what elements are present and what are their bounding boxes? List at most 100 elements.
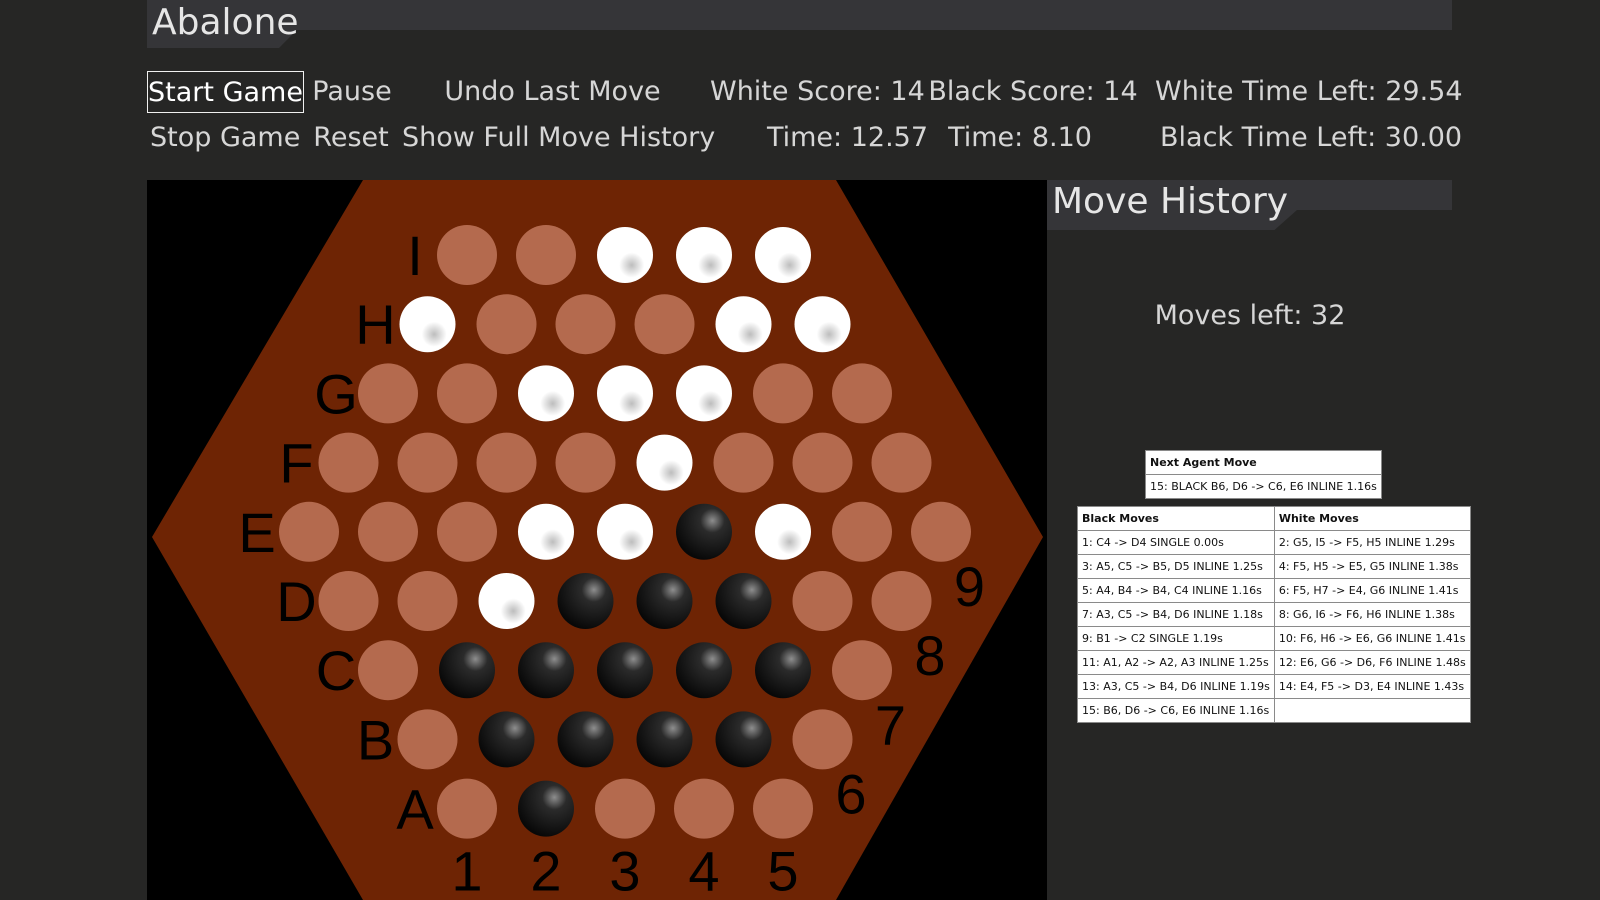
empty-cell[interactable]: [832, 640, 892, 701]
empty-cell[interactable]: [476, 432, 537, 493]
empty-cell[interactable]: [832, 363, 892, 424]
empty-cell[interactable]: [318, 571, 379, 631]
pause-button[interactable]: Pause: [308, 71, 396, 113]
reset-button[interactable]: Reset: [310, 117, 392, 159]
empty-cell[interactable]: [555, 432, 616, 493]
empty-cell[interactable]: [792, 709, 853, 770]
white-marble[interactable]: [636, 434, 693, 491]
row-label: B: [357, 708, 394, 771]
column-label: 4: [688, 840, 719, 900]
black-marble[interactable]: [557, 711, 614, 768]
black-move-cell: 3: A5, C5 -> B5, D5 INLINE 1.25s: [1077, 554, 1275, 579]
empty-cell[interactable]: [753, 778, 813, 839]
start-game-button[interactable]: Start Game: [147, 71, 304, 113]
empty-cell[interactable]: [516, 225, 576, 285]
empty-cell[interactable]: [437, 363, 497, 424]
empty-cell[interactable]: [792, 432, 853, 493]
white-score: White Score: 14: [710, 76, 925, 107]
empty-cell[interactable]: [871, 571, 932, 631]
black-marble[interactable]: [715, 711, 772, 768]
white-marble[interactable]: [794, 296, 851, 353]
white-move-cell: 14: E4, F5 -> D3, E4 INLINE 1.43s: [1273, 674, 1471, 699]
app-title: Abalone: [152, 2, 299, 43]
black-time: Time: 8.10: [948, 122, 1092, 153]
next-agent-move-table: Next Agent Move 15: BLACK B6, D6 -> C6, …: [1145, 450, 1382, 499]
black-marble[interactable]: [439, 642, 495, 699]
board-svg[interactable]: IHGFEDCBA1 2 3 4 56789: [147, 180, 1047, 900]
black-move-cell: 11: A1, A2 -> A2, A3 INLINE 1.25s: [1077, 650, 1275, 675]
game-board[interactable]: IHGFEDCBA123456789: [147, 180, 1047, 900]
black-marble[interactable]: [518, 780, 574, 837]
column-label: 8: [914, 624, 945, 687]
empty-cell[interactable]: [753, 363, 813, 424]
white-marble[interactable]: [755, 227, 811, 283]
black-marble[interactable]: [478, 711, 535, 768]
empty-cell[interactable]: [792, 571, 853, 631]
table-row: 7: A3, C5 -> B4, D6 INLINE 1.18s 8: G6, I…: [1077, 602, 1471, 627]
empty-cell[interactable]: [437, 501, 497, 562]
undo-last-move-button[interactable]: Undo Last Move: [440, 71, 665, 113]
white-marble[interactable]: [597, 365, 653, 422]
row-label: E: [238, 501, 275, 564]
white-time: Time: 12.57: [766, 122, 929, 153]
column-label: 9: [954, 555, 985, 618]
empty-cell[interactable]: [476, 294, 537, 355]
black-marble[interactable]: [636, 573, 693, 629]
empty-cell[interactable]: [555, 294, 616, 355]
empty-cell[interactable]: [911, 501, 971, 562]
show-full-move-history-button[interactable]: Show Full Move History: [402, 117, 715, 159]
row-label: A: [396, 778, 434, 841]
black-move-cell: 7: A3, C5 -> B4, D6 INLINE 1.18s: [1077, 602, 1275, 627]
white-marble[interactable]: [715, 296, 772, 353]
empty-cell[interactable]: [437, 778, 497, 839]
white-marble[interactable]: [478, 573, 535, 629]
row-label: D: [276, 570, 316, 633]
black-move-cell: 15: B6, D6 -> C6, E6 INLINE 1.16s: [1077, 698, 1275, 723]
title-bar: [147, 0, 1452, 30]
white-marble[interactable]: [597, 227, 653, 283]
black-marble[interactable]: [676, 642, 732, 699]
empty-cell[interactable]: [437, 225, 497, 285]
empty-cell[interactable]: [634, 294, 695, 355]
table-row: 9: B1 -> C2 SINGLE 1.19s 10: F6, H6 -> E6…: [1077, 626, 1471, 651]
white-move-cell: 4: F5, H5 -> E5, G5 INLINE 1.38s: [1273, 554, 1471, 579]
black-marble[interactable]: [636, 711, 693, 768]
black-marble[interactable]: [597, 642, 653, 699]
white-move-cell: 12: E6, G6 -> D6, F6 INLINE 1.48s: [1273, 650, 1471, 675]
empty-cell[interactable]: [397, 709, 458, 770]
empty-cell[interactable]: [358, 363, 418, 424]
white-marble[interactable]: [399, 296, 456, 353]
stop-game-button[interactable]: Stop Game: [150, 117, 300, 159]
table-row: 11: A1, A2 -> A2, A3 INLINE 1.25s 12: E6,…: [1077, 650, 1471, 675]
white-marble[interactable]: [518, 503, 574, 560]
row-label: I: [407, 224, 423, 287]
white-marble[interactable]: [755, 503, 811, 560]
empty-cell[interactable]: [595, 778, 655, 839]
move-history-title: Move History: [1052, 181, 1289, 222]
black-score: Black Score: 14: [928, 76, 1138, 107]
black-marble[interactable]: [518, 642, 574, 699]
empty-cell[interactable]: [358, 640, 418, 701]
black-marble[interactable]: [557, 573, 614, 629]
table-row: 3: A5, C5 -> B5, D5 INLINE 1.25s 4: F5, H…: [1077, 554, 1471, 579]
white-marble[interactable]: [518, 365, 574, 422]
column-label: 7: [875, 693, 906, 756]
empty-cell[interactable]: [279, 501, 339, 562]
empty-cell[interactable]: [397, 432, 458, 493]
column-label: 6: [835, 763, 866, 826]
white-marble[interactable]: [597, 503, 653, 560]
black-marble[interactable]: [676, 503, 732, 560]
empty-cell[interactable]: [358, 501, 418, 562]
white-move-cell: 2: G5, I5 -> F5, H5 INLINE 1.29s: [1273, 530, 1471, 555]
white-marble[interactable]: [676, 227, 732, 283]
empty-cell[interactable]: [318, 432, 379, 493]
black-marble[interactable]: [715, 573, 772, 629]
black-marble[interactable]: [755, 642, 811, 699]
empty-cell[interactable]: [674, 778, 734, 839]
empty-cell[interactable]: [871, 432, 932, 493]
empty-cell[interactable]: [832, 501, 892, 562]
empty-cell[interactable]: [397, 571, 458, 631]
black-move-cell: 1: C4 -> D4 SINGLE 0.00s: [1077, 530, 1275, 555]
empty-cell[interactable]: [713, 432, 774, 493]
white-marble[interactable]: [676, 365, 732, 422]
